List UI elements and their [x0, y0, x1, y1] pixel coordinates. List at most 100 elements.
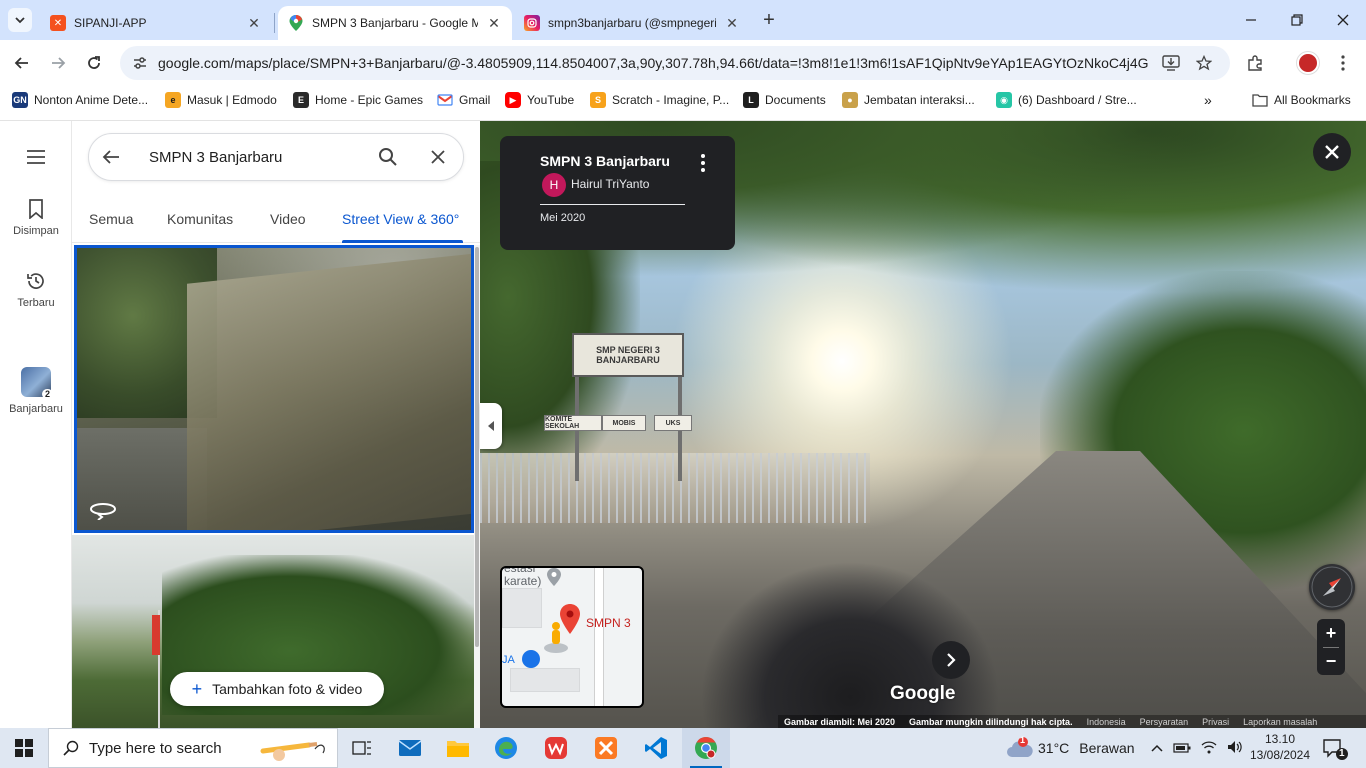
- system-clock[interactable]: 13.10 13/08/2024: [1240, 731, 1320, 763]
- menu-button[interactable]: [0, 149, 72, 165]
- close-icon[interactable]: ✕: [486, 15, 502, 31]
- vscode-icon: [645, 737, 667, 759]
- tab-google-maps[interactable]: SMPN 3 Banjarbaru - Google Maps ✕: [278, 6, 512, 40]
- minimize-button[interactable]: [1228, 0, 1274, 40]
- address-bar[interactable]: google.com/maps/place/SMPN+3+Banjarbaru/…: [120, 46, 1230, 80]
- author-avatar[interactable]: H: [542, 173, 566, 197]
- mini-map[interactable]: estasi karate) SMPN 3 JA: [500, 566, 644, 708]
- chevron-up-icon[interactable]: [1151, 741, 1163, 755]
- author-name[interactable]: Hairul TriYanto: [571, 177, 649, 191]
- task-view-button[interactable]: [338, 728, 386, 768]
- bookmark-item[interactable]: ▶ YouTube: [505, 90, 574, 110]
- reload-button[interactable]: [81, 50, 107, 76]
- new-tab-button[interactable]: +: [757, 8, 781, 32]
- tab-search-button[interactable]: [8, 8, 32, 32]
- komite-sign: KOMITE SEKOLAH: [544, 415, 602, 431]
- capture-date: Mei 2020: [540, 212, 586, 224]
- bookmark-item[interactable]: Gmail: [437, 90, 490, 110]
- file-explorer-app[interactable]: [434, 728, 482, 768]
- forward-button[interactable]: [45, 50, 71, 76]
- street-view-photo-selected[interactable]: [74, 245, 474, 533]
- privacy-link[interactable]: Privasi: [1202, 717, 1229, 727]
- search-icon[interactable]: [363, 147, 413, 167]
- more-options-icon[interactable]: [696, 153, 710, 173]
- start-button[interactable]: [0, 728, 48, 768]
- more-menu-icon[interactable]: [1332, 52, 1354, 74]
- restore-button[interactable]: [1274, 0, 1320, 40]
- tab-video[interactable]: Video: [270, 211, 306, 227]
- gmail-icon: [437, 92, 453, 108]
- google-maps-pin-icon: [288, 15, 304, 31]
- chrome-app[interactable]: [682, 728, 730, 768]
- edge-app[interactable]: [482, 728, 530, 768]
- close-icon[interactable]: ✕: [246, 15, 262, 31]
- school-sign: SMP NEGERI 3 BANJARBARU: [572, 333, 684, 377]
- bookmark-label: Gmail: [459, 93, 491, 107]
- scratch-icon: S: [590, 92, 606, 108]
- compass-button[interactable]: [1309, 564, 1355, 610]
- wps-office-app[interactable]: [532, 728, 580, 768]
- map-pin-red-icon: [560, 604, 580, 634]
- zoom-in-button[interactable]: +: [1317, 619, 1345, 647]
- bookmark-item[interactable]: GN Nonton Anime Dete...: [12, 90, 148, 110]
- tab-semua[interactable]: Semua: [89, 211, 133, 227]
- report-problem-link[interactable]: Laporkan masalah: [1243, 717, 1317, 727]
- notification-count-badge: 1: [1339, 748, 1345, 759]
- bookmark-star-icon[interactable]: [1195, 54, 1213, 72]
- country-link[interactable]: Indonesia: [1087, 717, 1126, 727]
- vscode-app[interactable]: [632, 728, 680, 768]
- bookmark-label: Home - Epic Games: [315, 93, 424, 107]
- close-icon: [1337, 14, 1349, 26]
- bookmark-item[interactable]: S Scratch - Imagine, P...: [590, 90, 729, 110]
- windows-logo-icon: [15, 739, 33, 757]
- battery-icon[interactable]: [1173, 740, 1191, 756]
- place-thumbnail: 2: [21, 367, 53, 399]
- zoom-divider: [1323, 647, 1339, 648]
- collapse-panel-button[interactable]: [480, 403, 502, 449]
- close-street-view-button[interactable]: [1313, 133, 1351, 171]
- site-settings-icon[interactable]: [126, 55, 154, 71]
- tab-title: smpn3banjarbaru (@smpnegeri3banjarbaru): [548, 16, 716, 30]
- search-input[interactable]: SMPN 3 Banjarbaru: [133, 149, 363, 166]
- all-bookmarks-button[interactable]: All Bookmarks: [1252, 90, 1351, 110]
- bookmark-item[interactable]: e Masuk | Edmodo: [165, 90, 277, 110]
- panel-scrollbar-thumb[interactable]: [475, 247, 479, 647]
- school-fence: [480, 453, 870, 523]
- profile-avatar[interactable]: [1297, 52, 1319, 74]
- weather-widget[interactable]: 1 31°C Berawan: [1006, 728, 1135, 768]
- wifi-icon[interactable]: [1201, 740, 1217, 757]
- compass-icon: [1311, 566, 1353, 608]
- clear-search-icon[interactable]: [413, 150, 463, 164]
- saved-button[interactable]: Disimpan: [0, 199, 72, 237]
- extensions-icon[interactable]: [1244, 52, 1266, 74]
- close-icon[interactable]: ✕: [724, 15, 740, 31]
- terms-link[interactable]: Persyaratan: [1140, 717, 1189, 727]
- taskbar-search[interactable]: Type here to search: [48, 728, 338, 768]
- xampp-app[interactable]: [582, 728, 630, 768]
- tab-komunitas[interactable]: Komunitas: [167, 211, 233, 227]
- tab-street-view-360[interactable]: Street View & 360°: [342, 211, 459, 227]
- bookmark-item[interactable]: ◉ (6) Dashboard / Stre...: [996, 90, 1137, 110]
- search-box[interactable]: SMPN 3 Banjarbaru: [88, 133, 464, 181]
- mail-app[interactable]: [386, 728, 434, 768]
- next-photo-button[interactable]: [932, 641, 970, 679]
- bookmark-item[interactable]: L Documents: [743, 90, 826, 110]
- recent-place-banjarbaru[interactable]: 2 Banjarbaru: [0, 367, 72, 415]
- add-photo-video-button[interactable]: + Tambahkan foto & video: [170, 672, 384, 706]
- back-arrow-icon[interactable]: [89, 149, 133, 165]
- zoom-out-button[interactable]: −: [1317, 647, 1345, 675]
- recent-button[interactable]: Terbaru: [0, 271, 72, 309]
- bookmark-item[interactable]: ● Jembatan interaksi...: [842, 90, 975, 110]
- back-button[interactable]: [9, 50, 35, 76]
- street-view-viewer[interactable]: SMP NEGERI 3 BANJARBARU KOMITE SEKOLAH M…: [480, 121, 1366, 729]
- install-app-icon[interactable]: [1162, 54, 1180, 72]
- close-window-button[interactable]: [1320, 0, 1366, 40]
- url-text[interactable]: google.com/maps/place/SMPN+3+Banjarbaru/…: [158, 55, 1148, 71]
- tab-instagram[interactable]: smpn3banjarbaru (@smpnegeri3banjarbaru) …: [514, 6, 750, 40]
- notification-center-button[interactable]: 1: [1320, 736, 1350, 762]
- tab-sipanji[interactable]: ✕ SIPANJI-APP ✕: [40, 6, 272, 40]
- browser-tabstrip: ✕ SIPANJI-APP ✕ SMPN 3 Banjarbaru - Goog…: [0, 0, 1366, 40]
- bookmark-item[interactable]: E Home - Epic Games: [293, 90, 423, 110]
- maps-side-rail: Disimpan Terbaru 2 Banjarbaru: [0, 121, 72, 729]
- bookmarks-overflow-button[interactable]: »: [1204, 90, 1212, 110]
